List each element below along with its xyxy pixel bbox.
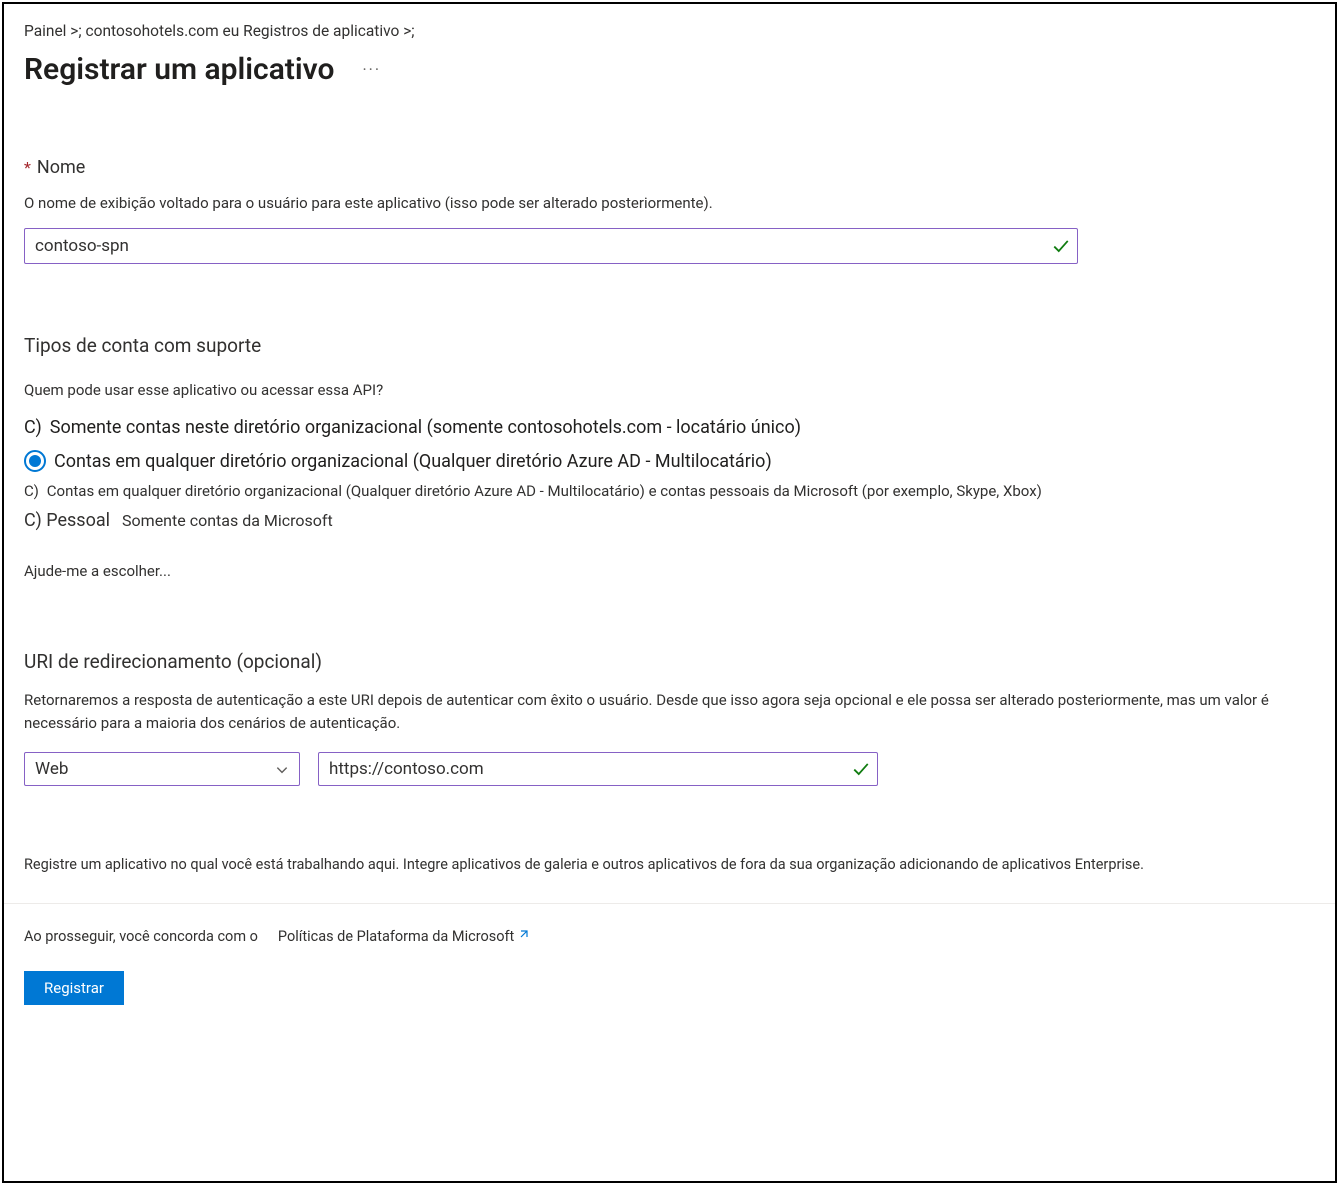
agree-text: Ao prosseguir, você concorda com o <box>24 928 258 945</box>
platform-select[interactable]: Web <box>24 752 300 786</box>
name-description: O nome de exibição voltado para o usuári… <box>24 194 1315 212</box>
radio-label: Contas em qualquer diretório organizacio… <box>54 451 772 472</box>
radio-prefix: C) Pessoal <box>24 510 110 531</box>
redirect-description: Retornaremos a resposta de autenticação … <box>24 689 1314 736</box>
valid-check-icon <box>1052 237 1070 255</box>
account-types-sub: Quem pode usar esse aplicativo ou acessa… <box>24 381 1315 399</box>
chevron-down-icon <box>275 762 289 776</box>
page-title: Registrar um aplicativo <box>24 52 334 87</box>
policy-link[interactable]: Políticas de Plataforma da Microsoft <box>278 928 529 945</box>
radio-label: Contas em qualquer diretório organizacio… <box>47 482 1042 500</box>
redirect-url-input[interactable] <box>318 752 878 786</box>
help-me-choose-link[interactable]: Ajude-me a escolher... <box>24 562 171 580</box>
radio-option-multi-tenant[interactable]: Contas em qualquer diretório organizacio… <box>24 446 1315 480</box>
radio-option-multi-tenant-personal[interactable]: C) Contas em qualquer diretório organiza… <box>24 480 1315 506</box>
platform-selected-value: Web <box>35 759 68 779</box>
redirect-heading: URI de redirecionamento (opcional) <box>24 650 1315 673</box>
radio-selected-icon <box>24 450 46 472</box>
account-types-heading: Tipos de conta com suporte <box>24 334 1315 357</box>
radio-sub-label: Somente contas da Microsoft <box>122 511 333 530</box>
required-indicator: * <box>24 158 31 177</box>
radio-prefix: C) <box>24 417 42 438</box>
enterprise-footnote: Registre um aplicativo no qual você está… <box>24 856 1315 873</box>
valid-check-icon <box>852 760 870 778</box>
more-horizontal-icon[interactable]: ··· <box>362 60 381 79</box>
policy-link-text: Políticas de Plataforma da Microsoft <box>278 928 514 945</box>
divider <box>4 903 1335 904</box>
breadcrumb[interactable]: Painel >; contosohotels.com eu Registros… <box>24 22 1315 40</box>
name-label: Nome <box>37 157 85 178</box>
name-input[interactable] <box>24 228 1078 264</box>
radio-option-personal[interactable]: C) Pessoal Somente contas da Microsoft <box>24 506 1315 539</box>
radio-label: Somente contas neste diretório organizac… <box>50 417 801 438</box>
radio-option-single-tenant[interactable]: C) Somente contas neste diretório organi… <box>24 413 1315 446</box>
radio-prefix: C) <box>24 482 39 500</box>
external-link-icon <box>517 928 529 940</box>
register-button[interactable]: Registrar <box>24 971 124 1005</box>
